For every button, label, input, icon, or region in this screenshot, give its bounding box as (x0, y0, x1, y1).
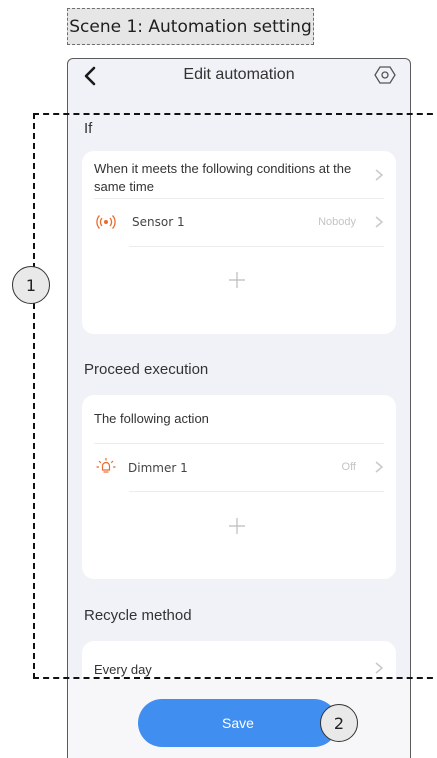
divider (94, 443, 384, 444)
page-title: Edit automation (183, 66, 295, 83)
phone-screen: Edit automation If When it meets the fol… (67, 58, 411, 758)
sensor-value: Nobody (318, 216, 356, 228)
dimmer-value: Off (341, 461, 356, 473)
chevron-right-icon[interactable] (374, 215, 384, 229)
execution-section-title: Proceed execution (84, 361, 209, 378)
callout-2: 2 (320, 704, 358, 742)
dimmer-label: Dimmer 1 (128, 461, 188, 475)
execution-card: The following action Dimmer 1 Off (82, 395, 396, 579)
callout-1: 1 (12, 266, 50, 304)
sensor-label: Sensor 1 (132, 215, 185, 229)
light-bulb-icon (96, 458, 116, 473)
plus-icon[interactable] (228, 517, 246, 535)
recycle-section-title: Recycle method (84, 607, 192, 624)
if-section-title: If (84, 120, 93, 137)
divider (129, 246, 384, 247)
condition-text[interactable]: When it meets the following conditions a… (94, 160, 364, 196)
scene-label: Scene 1: Automation setting (67, 8, 314, 45)
if-card: When it meets the following conditions a… (82, 151, 396, 334)
nav-bar: Edit automation (68, 59, 410, 93)
action-text: The following action (94, 411, 209, 426)
hexagon-settings-icon[interactable] (374, 64, 396, 86)
divider (129, 491, 384, 492)
save-button[interactable]: Save (138, 699, 338, 747)
recycle-value: Every day (94, 662, 152, 677)
divider (94, 198, 384, 199)
chevron-right-icon[interactable] (374, 661, 384, 675)
chevron-right-icon[interactable] (374, 168, 384, 182)
plus-icon[interactable] (228, 271, 246, 289)
sensor-icon (96, 215, 116, 229)
chevron-right-icon[interactable] (374, 460, 384, 474)
